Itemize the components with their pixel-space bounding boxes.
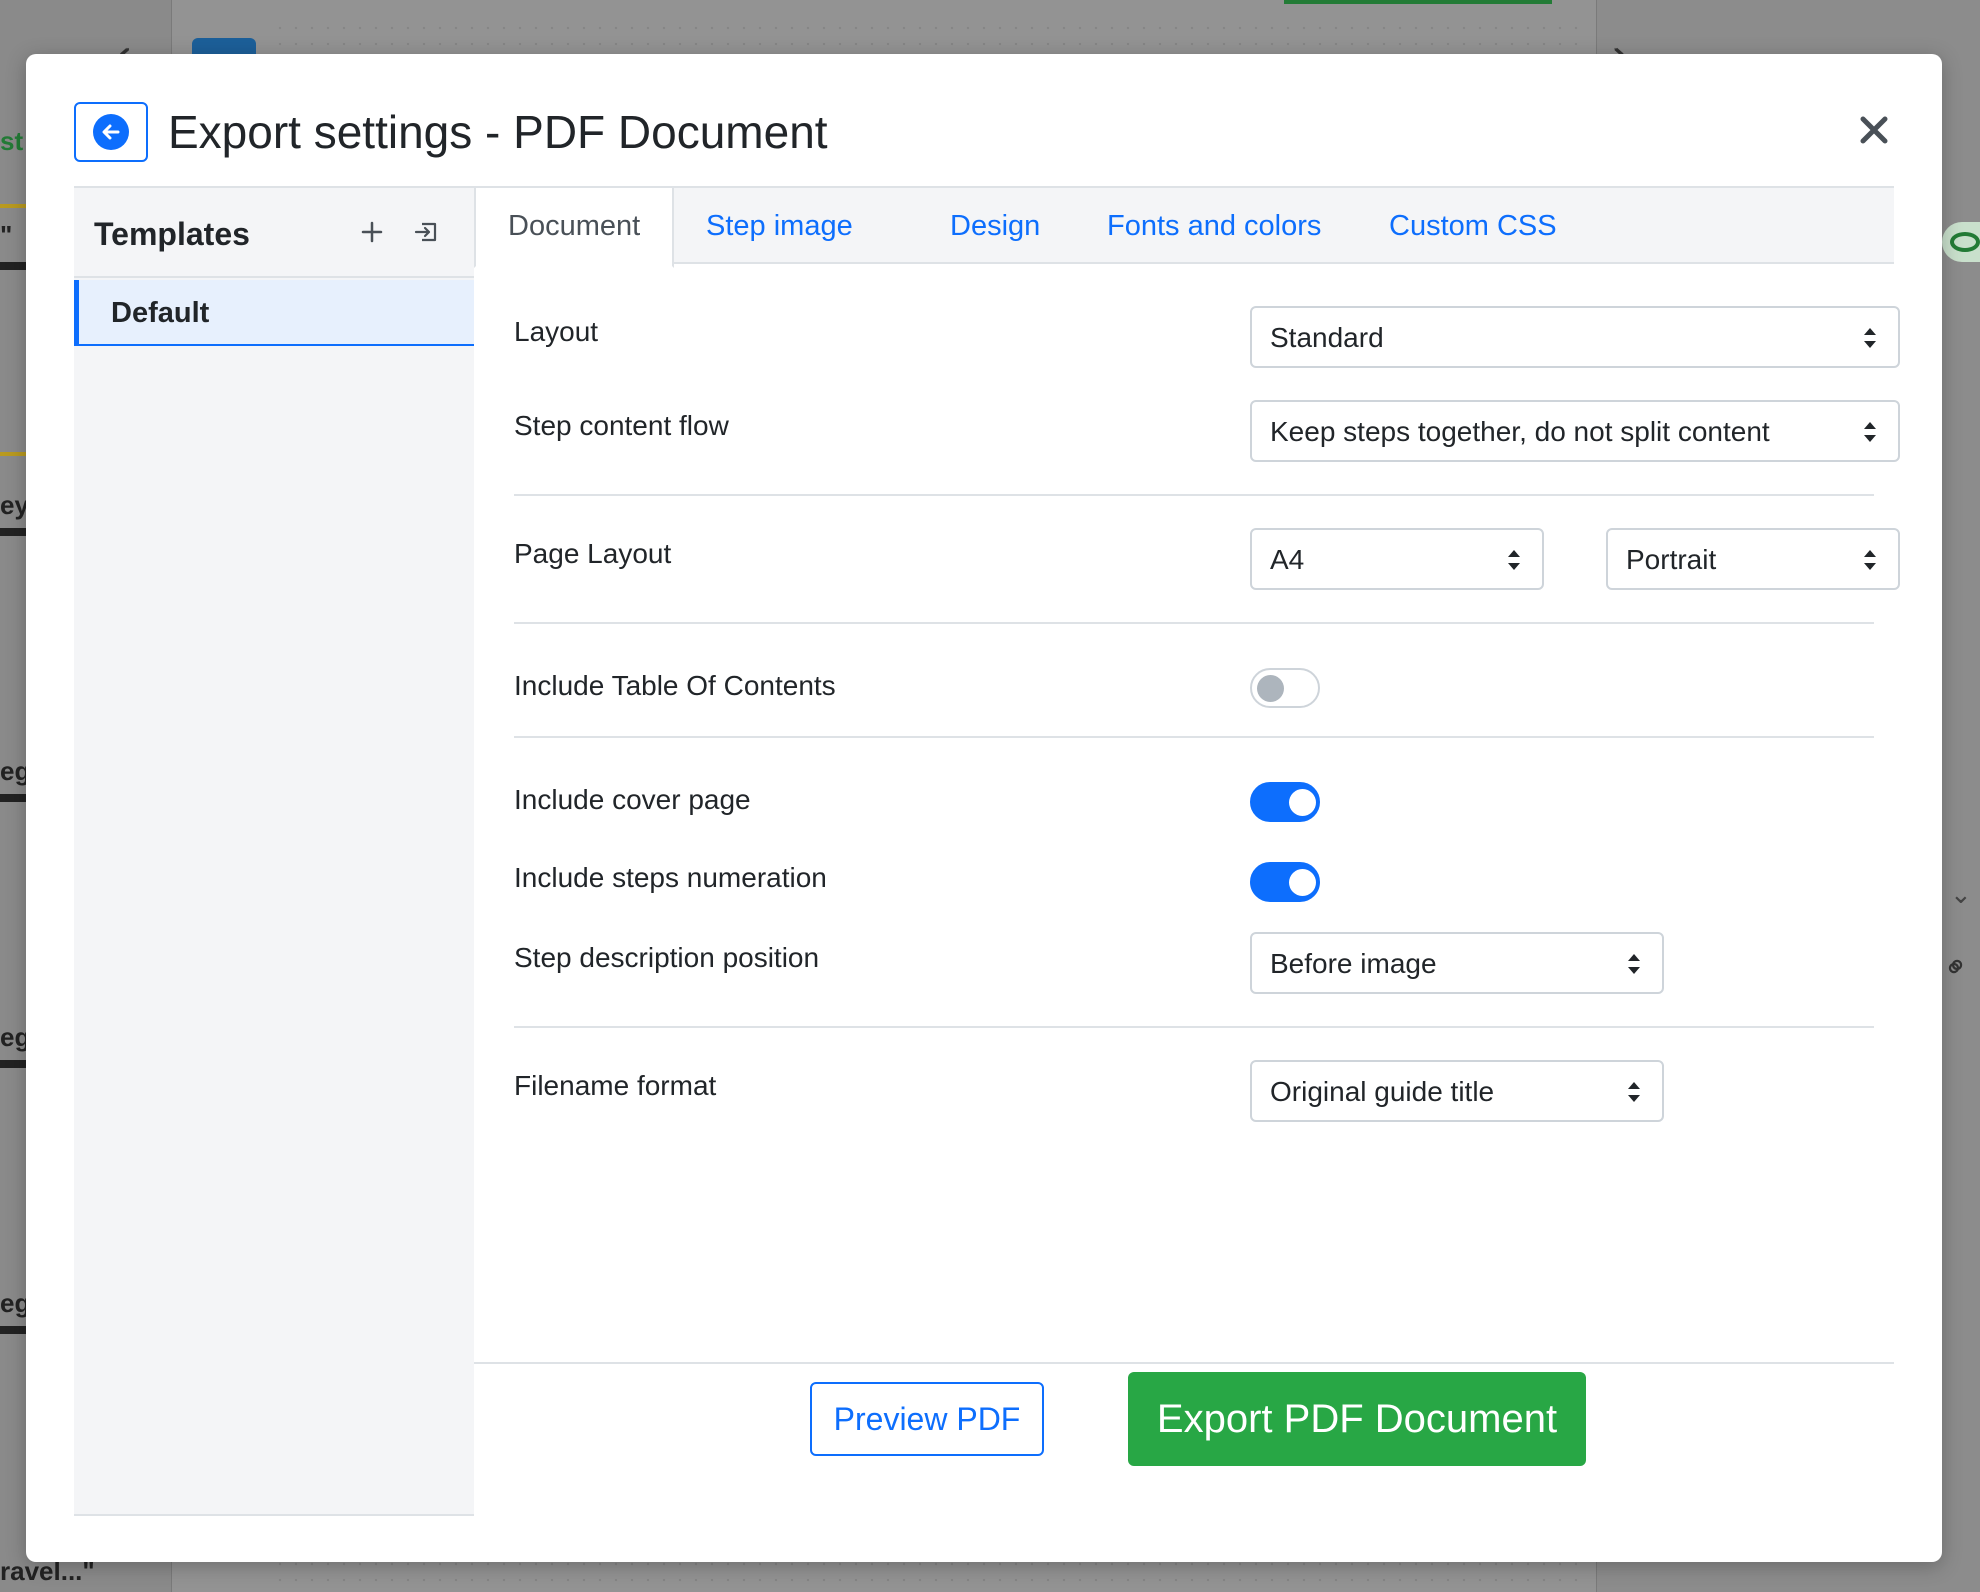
page-orientation-value: Portrait [1626,544,1717,575]
table-of-contents-label: Include Table Of Contents [514,670,836,701]
export-settings-modal: Export settings - PDF Document Templates [26,54,1942,1562]
section-divider [514,1026,1874,1028]
eye-icon [1950,232,1980,252]
close-icon [1860,116,1888,144]
filename-format-select[interactable]: Original guide title [1250,1060,1664,1122]
background-marker [0,204,26,208]
tab-step-image[interactable]: Step image [706,188,853,266]
background-text-fragment: ey [0,490,29,520]
templates-title: Templates [94,216,250,252]
background-text-fragment: " [0,220,13,250]
layout-select[interactable]: Standard [1250,306,1900,368]
select-arrows-icon [1864,422,1876,442]
toggle-knob [1289,789,1316,816]
modal-title: Export settings - PDF Document [168,106,828,158]
cover-page-label: Include cover page [514,784,751,815]
section-divider [514,736,1874,738]
page-layout-label: Page Layout [514,538,672,569]
settings-tabs: Document Step image Design Fonts and col… [474,186,1894,268]
select-arrows-icon [1864,550,1876,570]
template-item-default[interactable]: Default [74,280,474,346]
export-pdf-button[interactable]: Export PDF Document [1128,1372,1586,1466]
background-marker [0,452,26,456]
page-size-select[interactable]: A4 [1250,528,1544,590]
layout-value: Standard [1270,322,1384,353]
step-content-flow-value: Keep steps together, do not split conten… [1270,416,1770,447]
step-description-position-select[interactable]: Before image [1250,932,1664,994]
step-content-flow-label: Step content flow [514,410,729,441]
select-arrows-icon [1628,954,1640,974]
layout-label: Layout [514,316,599,347]
tab-design[interactable]: Design [950,188,1040,266]
section-divider [514,494,1874,496]
close-button[interactable] [1854,110,1894,150]
step-content-flow-select[interactable]: Keep steps together, do not split conten… [1250,400,1900,462]
import-icon [414,222,437,242]
arrow-left-icon [93,114,129,150]
background-marker [0,528,26,536]
background-marker [0,794,26,802]
chevron-down-icon: ⌄ [1950,880,1972,910]
preview-pdf-button[interactable]: Preview PDF [810,1382,1044,1456]
steps-numeration-toggle[interactable] [1250,862,1320,902]
tab-fonts-and-colors[interactable]: Fonts and colors [1107,188,1321,266]
table-of-contents-toggle[interactable] [1250,668,1320,708]
tab-document[interactable]: Document [474,188,675,268]
background-marker [0,262,26,270]
plus-icon [361,221,383,243]
template-item-label: Default [111,297,210,329]
select-arrows-icon [1864,328,1876,348]
settings-panel: Document Step image Design Fonts and col… [474,186,1900,1516]
page-size-value: A4 [1270,544,1305,575]
background-marker [0,1326,26,1334]
select-arrows-icon [1628,1082,1640,1102]
select-arrows-icon [1508,550,1520,570]
background-text-fragment: st [0,126,24,156]
background-marker [0,1060,26,1068]
filename-format-label: Filename format [514,1070,717,1101]
page-orientation-select[interactable]: Portrait [1606,528,1900,590]
toggle-knob [1289,869,1316,896]
templates-header: Templates [74,188,474,278]
tab-custom-css[interactable]: Custom CSS [1389,188,1557,266]
back-button[interactable] [74,102,148,162]
toggle-knob [1257,675,1284,702]
import-template-button[interactable] [408,214,444,250]
section-divider [514,622,1874,624]
steps-numeration-label: Include steps numeration [514,862,827,893]
filename-format-value: Original guide title [1270,1076,1495,1107]
modal-header: Export settings - PDF Document [26,54,1942,186]
step-description-position-label: Step description position [514,942,820,973]
modal-footer: Preview PDF Export PDF Document [474,1362,1894,1516]
add-template-button[interactable] [354,214,390,250]
step-description-position-value: Before image [1270,948,1437,979]
cover-page-toggle[interactable] [1250,782,1320,822]
templates-sidebar: Templates Default [74,186,474,1516]
background-green-bar [1284,0,1552,4]
